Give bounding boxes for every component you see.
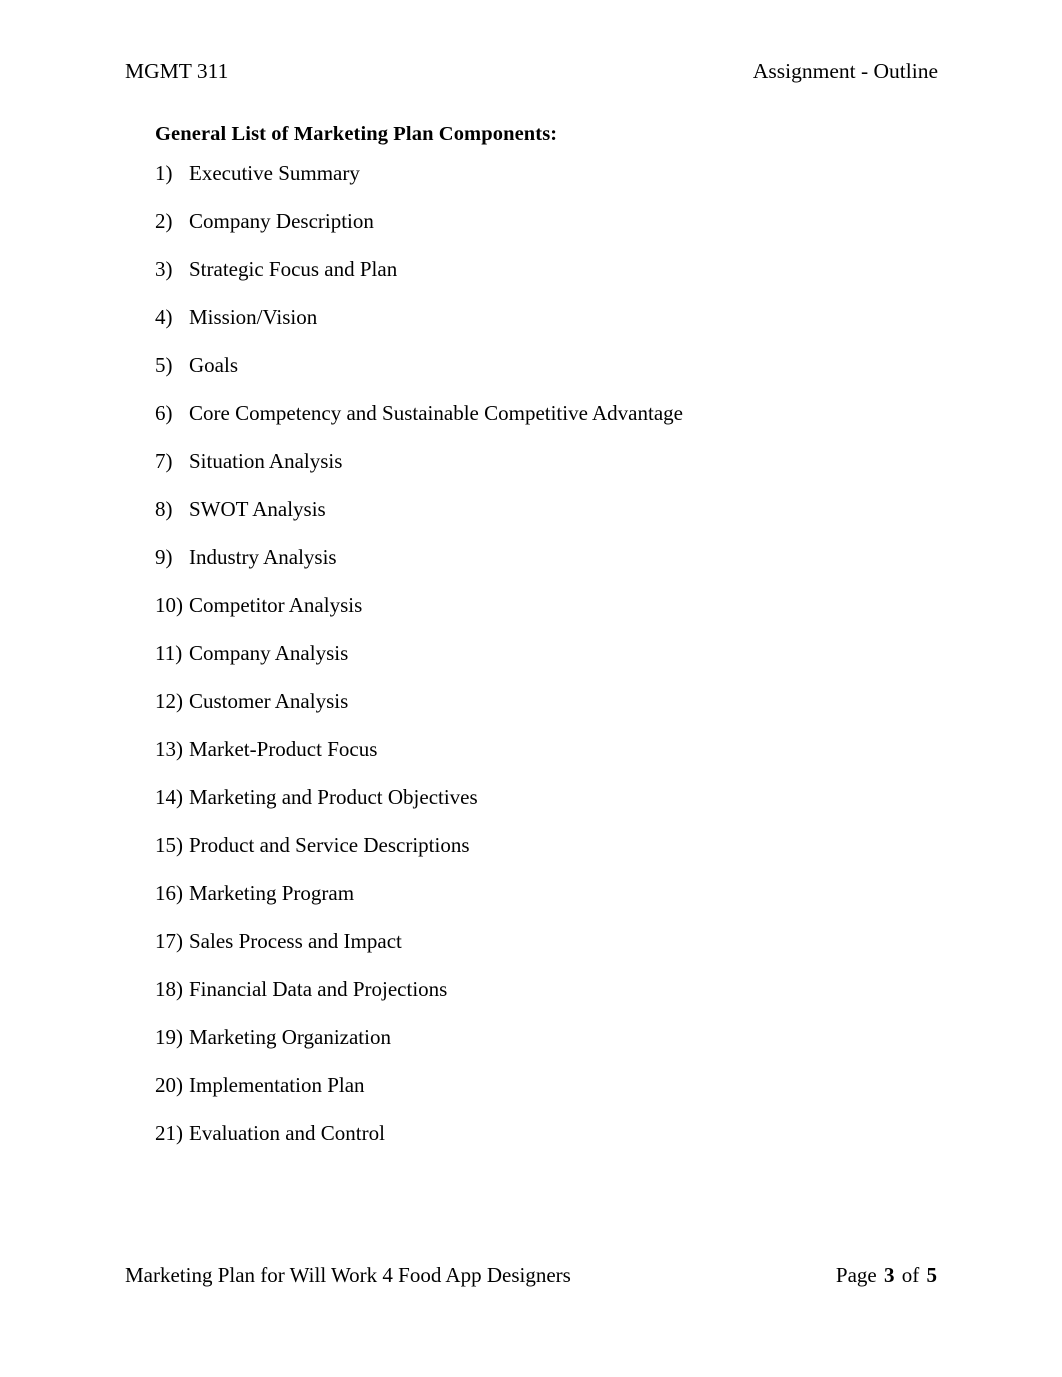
- list-item-number: 21): [155, 1120, 183, 1145]
- list-item-label: Core Competency and Sustainable Competit…: [189, 400, 683, 425]
- list-item: 3) Strategic Focus and Plan: [155, 257, 945, 305]
- list-item-number: 1): [155, 160, 173, 185]
- document-page: MGMT 311 Assignment - Outline General Li…: [0, 0, 1062, 1377]
- list-item: 11) Company Analysis: [155, 641, 945, 689]
- list-item-number: 14): [155, 784, 183, 809]
- list-item-number: 20): [155, 1072, 183, 1097]
- header-assignment-title: Assignment - Outline: [752, 59, 938, 83]
- list-item-number: 12): [155, 688, 183, 713]
- list-item-label: Industry Analysis: [189, 544, 337, 569]
- list-item-number: 18): [155, 976, 183, 1001]
- list-item-number: 17): [155, 928, 183, 953]
- list-item: 10) Competitor Analysis: [155, 593, 945, 641]
- list-item-number: 16): [155, 880, 183, 905]
- list-item-label: Executive Summary: [189, 160, 360, 185]
- list-item-label: SWOT Analysis: [189, 496, 326, 521]
- list-item-number: 7): [155, 448, 173, 473]
- list-item-label: Situation Analysis: [189, 448, 343, 473]
- list-item-label: Competitor Analysis: [189, 592, 363, 617]
- list-item-number: 19): [155, 1024, 183, 1049]
- header-course-code: MGMT 311: [125, 59, 229, 83]
- list-item: 18) Financial Data and Projections: [155, 977, 945, 1025]
- footer-of-word: of: [901, 1263, 920, 1287]
- list-item: 5) Goals: [155, 353, 945, 401]
- list-item: 19) Marketing Organization: [155, 1025, 945, 1073]
- list-item: 8) SWOT Analysis: [155, 497, 945, 545]
- list-item-number: 4): [155, 304, 173, 329]
- list-item-label: Market-Product Focus: [189, 736, 378, 761]
- list-item-number: 15): [155, 832, 183, 857]
- list-item: 20) Implementation Plan: [155, 1073, 945, 1121]
- list-item-number: 13): [155, 736, 183, 761]
- list-item: 15) Product and Service Descriptions: [155, 833, 945, 881]
- list-item: 21) Evaluation and Control: [155, 1121, 945, 1169]
- marketing-plan-components-list: 1) Executive Summary 2) Company Description…: [155, 161, 945, 1169]
- list-item-number: 2): [155, 208, 173, 233]
- footer-document-title: Marketing Plan for Will Work 4 Food App …: [125, 1263, 571, 1287]
- list-item-label: Product and Service Descriptions: [189, 832, 470, 857]
- list-item: 13) Market-Product Focus: [155, 737, 945, 785]
- list-item-label: Goals: [189, 352, 238, 377]
- footer-page-word: Page: [835, 1263, 877, 1287]
- list-item: 6) Core Competency and Sustainable Compet…: [155, 401, 945, 449]
- footer-page-total: 5: [926, 1263, 938, 1287]
- list-item-label: Marketing Organization: [189, 1024, 391, 1049]
- document-body: General List of Marketing Plan Component…: [155, 122, 945, 1169]
- footer-page-indicator: Page 3 of 5: [835, 1262, 938, 1288]
- section-heading: General List of Marketing Plan Component…: [155, 123, 558, 145]
- list-item: 12) Customer Analysis: [155, 689, 945, 737]
- list-item-label: Mission/Vision: [189, 304, 318, 329]
- list-item: 16) Marketing Program: [155, 881, 945, 929]
- list-item-label: Customer Analysis: [189, 688, 349, 713]
- list-item-number: 3): [155, 256, 173, 281]
- list-item: 4) Mission/Vision: [155, 305, 945, 353]
- list-item: 1) Executive Summary: [155, 161, 945, 209]
- list-item-label: Financial Data and Projections: [189, 976, 448, 1001]
- list-item-label: Marketing and Product Objectives: [189, 784, 478, 809]
- list-item-number: 10): [155, 592, 183, 617]
- footer-page-number: 3: [884, 1263, 895, 1287]
- list-item-label: Marketing Program: [189, 880, 355, 905]
- list-item-number: 5): [155, 352, 173, 377]
- list-item-number: 9): [155, 544, 173, 569]
- list-item-label: Sales Process and Impact: [189, 928, 402, 953]
- list-item: 14) Marketing and Product Objectives: [155, 785, 945, 833]
- list-item-label: Company Description: [189, 208, 374, 233]
- list-item-label: Implementation Plan: [189, 1072, 365, 1097]
- list-item: 17) Sales Process and Impact: [155, 929, 945, 977]
- list-item-label: Company Analysis: [189, 640, 349, 665]
- document-footer: Marketing Plan for Will Work 4 Food App …: [125, 1262, 938, 1288]
- list-item: 2) Company Description: [155, 209, 945, 257]
- list-item-label: Evaluation and Control: [189, 1120, 385, 1145]
- list-item-number: 11): [155, 640, 183, 665]
- list-item: 9) Industry Analysis: [155, 545, 945, 593]
- document-header: MGMT 311 Assignment - Outline: [125, 58, 938, 85]
- list-item-number: 6): [155, 400, 173, 425]
- list-item-label: Strategic Focus and Plan: [189, 256, 398, 281]
- list-item: 7) Situation Analysis: [155, 449, 945, 497]
- list-item-number: 8): [155, 496, 173, 521]
